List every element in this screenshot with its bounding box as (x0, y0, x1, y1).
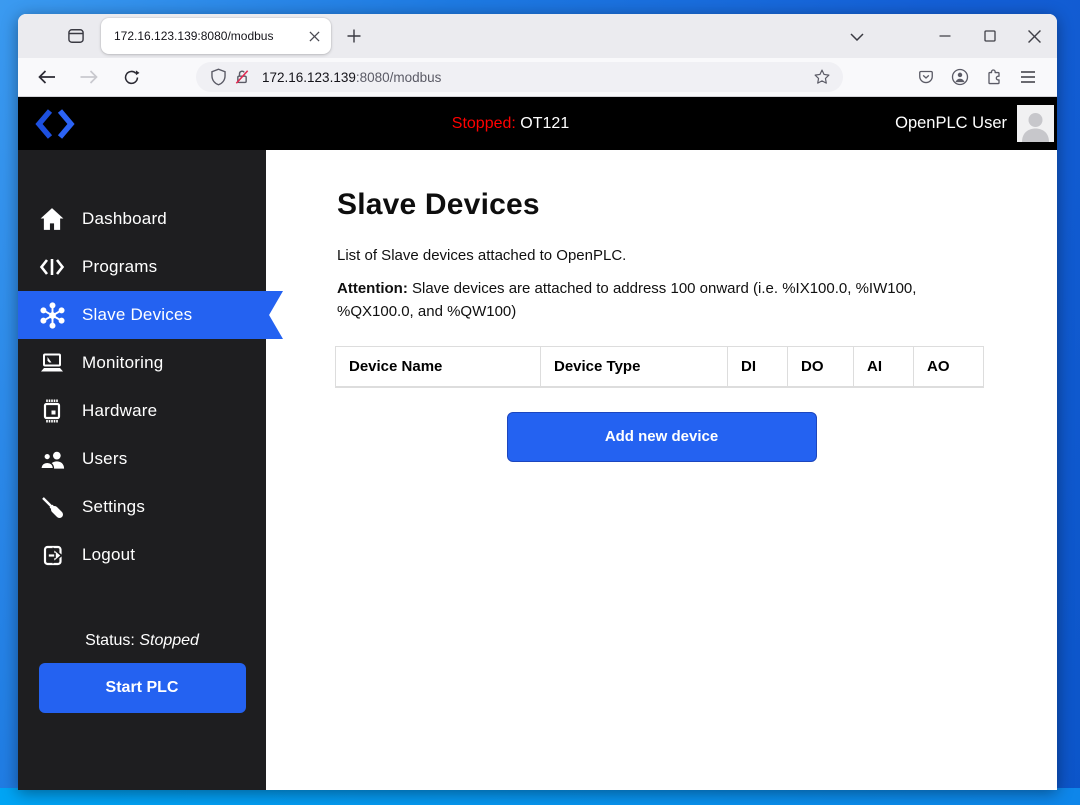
sidebar-item-dashboard[interactable]: Dashboard (18, 195, 266, 243)
table-header-row: Device Name Device Type DI DO AI AO (335, 345, 984, 388)
extensions-icon[interactable] (979, 62, 1009, 92)
plc-status-text: Stopped: OT121 (452, 115, 569, 133)
browser-tab[interactable]: 172.16.123.139:8080/modbus (101, 18, 331, 54)
url-host: 172.16.123.139 (262, 69, 356, 85)
attention-body: Slave devices are attached to address 10… (337, 280, 917, 321)
sidebar-item-label: Hardware (82, 401, 158, 420)
new-tab-icon[interactable] (339, 21, 369, 51)
column-device-name: Device Name (335, 345, 541, 388)
hub-icon (38, 301, 66, 329)
sidebar-item-label: Settings (82, 497, 146, 516)
column-device-type: Device Type (540, 345, 728, 388)
column-di: DI (727, 345, 788, 388)
sidebar-item-label: Logout (82, 545, 136, 564)
header-user: OpenPLC User (895, 105, 1054, 142)
forward-icon[interactable] (72, 61, 106, 93)
browser-window: 172.16.123.139:8080/modbus 172.16.123.13… (18, 14, 1057, 790)
shield-icon[interactable] (206, 65, 230, 89)
avatar[interactable] (1017, 105, 1054, 142)
sidebar-item-logout[interactable]: Logout (18, 531, 266, 579)
sidebar-nav: Dashboard Programs Slave Devices Monitor… (18, 195, 266, 579)
sidebar-item-settings[interactable]: Settings (18, 483, 266, 531)
firefox-view-icon[interactable] (60, 20, 92, 52)
column-ao: AO (913, 345, 984, 388)
reload-icon[interactable] (114, 61, 148, 93)
sidebar-item-label: Slave Devices (82, 305, 193, 324)
sidebar-item-monitoring[interactable]: Monitoring (18, 339, 266, 387)
maximize-button[interactable] (967, 16, 1012, 56)
plc-status-value: OT121 (520, 114, 570, 132)
minimize-button[interactable] (922, 16, 967, 56)
bookmark-star-icon[interactable] (809, 64, 835, 90)
account-icon[interactable] (945, 62, 975, 92)
url-path: :8080/modbus (355, 69, 442, 85)
close-window-button[interactable] (1012, 16, 1057, 56)
laptop-icon (38, 349, 66, 377)
column-ai: AI (853, 345, 914, 388)
sidebar-item-label: Monitoring (82, 353, 164, 372)
sidebar-status-value: Stopped (139, 632, 199, 649)
tab-close-icon[interactable] (303, 25, 325, 47)
sidebar-item-slave-devices[interactable]: Slave Devices (18, 291, 266, 339)
sidebar-item-programs[interactable]: Programs (18, 243, 266, 291)
add-device-area: Add new device (266, 411, 1057, 462)
back-icon[interactable] (30, 61, 64, 93)
logout-icon (38, 541, 66, 569)
tab-title: 172.16.123.139:8080/modbus (114, 29, 274, 43)
openplc-logo-icon[interactable] (35, 107, 75, 141)
main-content: Slave Devices List of Slave devices atta… (266, 150, 1057, 790)
sidebar-item-label: Users (82, 449, 128, 468)
main-row: Dashboard Programs Slave Devices Monitor… (18, 150, 1057, 790)
navigation-toolbar: 172.16.123.139:8080/modbus (18, 58, 1057, 97)
url-text: 172.16.123.139:8080/modbus (262, 70, 441, 85)
sidebar-item-label: Dashboard (82, 209, 167, 228)
user-name: OpenPLC User (895, 114, 1007, 132)
attention-label: Attention: (337, 280, 408, 297)
add-new-device-button[interactable]: Add new device (506, 411, 817, 462)
sidebar-item-label: Programs (82, 257, 158, 276)
attention-text: Attention: Slave devices are attached to… (337, 277, 957, 324)
address-bar[interactable]: 172.16.123.139:8080/modbus (196, 62, 843, 92)
pocket-icon[interactable] (911, 62, 941, 92)
column-do: DO (787, 345, 854, 388)
users-icon (38, 445, 66, 473)
sidebar: Dashboard Programs Slave Devices Monitor… (18, 150, 266, 790)
app-header: Stopped: OT121 OpenPLC User (18, 97, 1057, 150)
sidebar-status: Status: Stopped (18, 632, 266, 650)
start-plc-button[interactable]: Start PLC (38, 663, 246, 713)
slave-devices-table: Device Name Device Type DI DO AI AO (335, 345, 984, 388)
intro-text: List of Slave devices attached to OpenPL… (337, 247, 627, 264)
sidebar-item-users[interactable]: Users (18, 435, 266, 483)
code-icon (38, 253, 66, 281)
broken-lock-icon[interactable] (230, 65, 254, 89)
screwdriver-icon (38, 493, 66, 521)
sidebar-item-hardware[interactable]: Hardware (18, 387, 266, 435)
page-title: Slave Devices (337, 188, 540, 221)
plc-status-label: Stopped: (451, 114, 516, 132)
tab-bar: 172.16.123.139:8080/modbus (18, 14, 1057, 58)
home-icon (38, 205, 66, 233)
sidebar-status-label: Status: (85, 632, 135, 649)
menu-icon[interactable] (1013, 62, 1043, 92)
chip-icon (38, 397, 66, 425)
toolbar-actions (911, 62, 1043, 92)
list-tabs-chevron-icon[interactable] (841, 20, 873, 52)
